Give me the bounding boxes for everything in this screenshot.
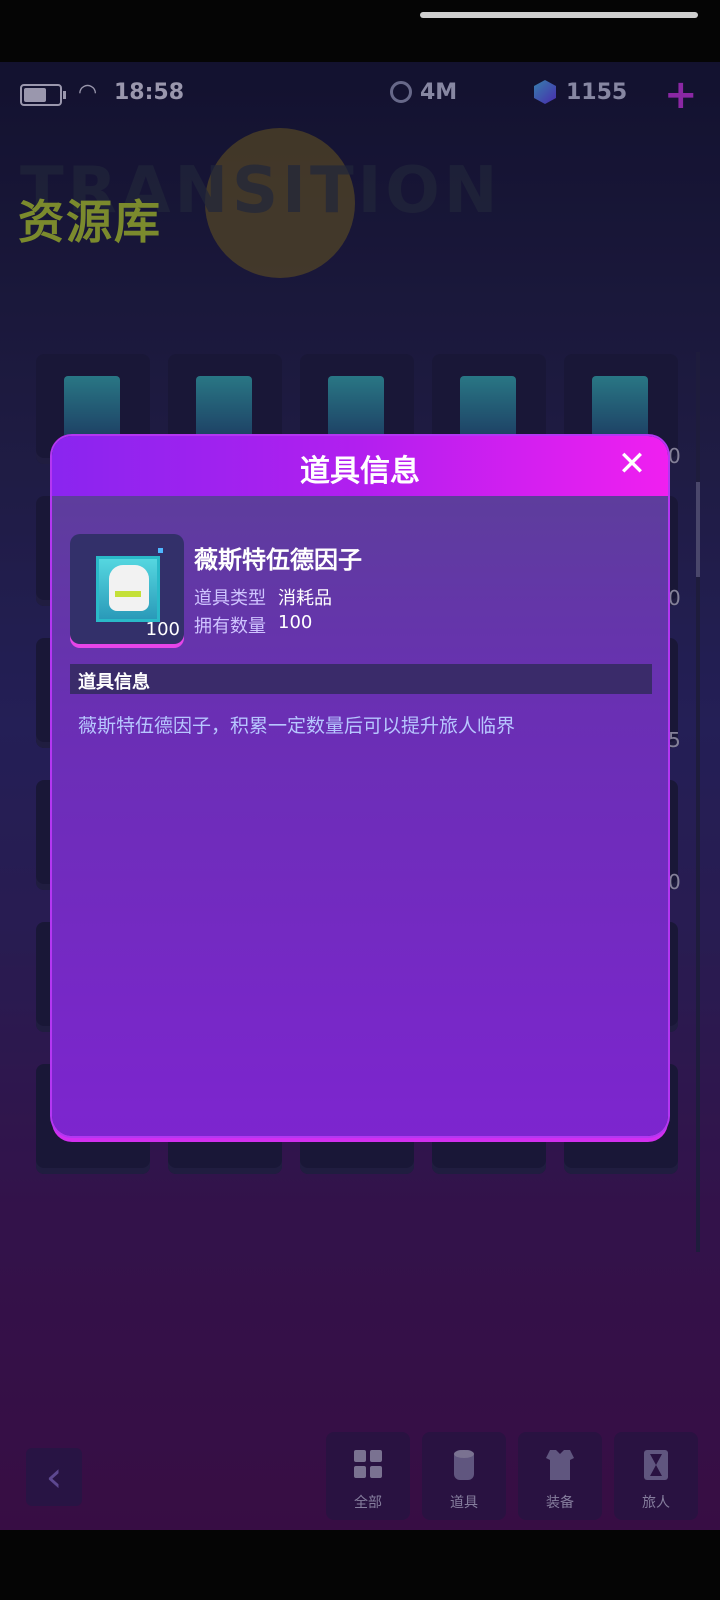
sparkle-icon — [158, 548, 163, 553]
dialog-header: 道具信息 ✕ — [52, 436, 668, 496]
character-eyes — [115, 591, 141, 597]
item-description: 薇斯特伍德因子，积累一定数量后可以提升旅人临界 — [78, 715, 516, 737]
owned-count-value: 100 — [278, 612, 313, 633]
drag-handle[interactable] — [420, 12, 698, 18]
item-thumbnail: 100 — [70, 534, 184, 644]
item-type-label: 道具类型 — [194, 588, 266, 609]
item-type-value: 消耗品 — [278, 588, 332, 609]
item-quantity-badge: 100 — [145, 619, 180, 640]
character-card-icon — [96, 556, 160, 622]
section-title: 道具信息 — [78, 672, 150, 693]
dialog-title: 道具信息 — [300, 454, 420, 489]
item-info-dialog: 道具信息 ✕ 100 薇斯特伍德因子 道具类型 消耗品 拥有数量 100 道具信… — [52, 436, 668, 1136]
system-bottom-area — [0, 1530, 720, 1600]
character-face — [109, 565, 149, 611]
item-name: 薇斯特伍德因子 — [194, 546, 362, 574]
close-button[interactable]: ✕ — [612, 444, 652, 484]
owned-count-label: 拥有数量 — [194, 616, 266, 637]
system-top-area — [0, 0, 720, 62]
section-header: 道具信息 — [70, 664, 652, 694]
